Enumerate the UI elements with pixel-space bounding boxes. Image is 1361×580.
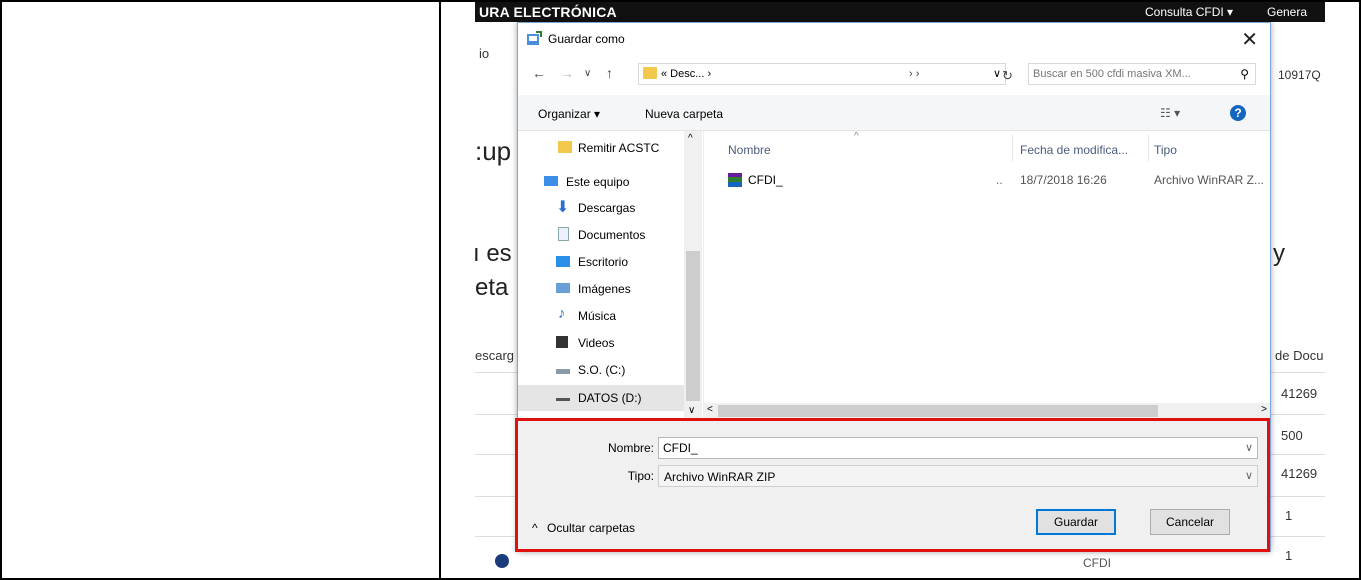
nav-item-descargas[interactable]: ⬇ Descargas — [518, 195, 684, 221]
nav-item-so-c[interactable]: S.O. (C:) — [518, 357, 684, 383]
column-header-name[interactable]: Nombre — [728, 143, 771, 157]
new-folder-button[interactable]: Nueva carpeta — [645, 107, 723, 121]
desktop-icon — [556, 256, 570, 267]
folder-icon — [558, 141, 572, 153]
address-path: « Desc... › — [661, 68, 712, 80]
file-date: 18/7/2018 16:26 — [1020, 173, 1107, 187]
drive-icon — [556, 398, 570, 401]
video-icon — [556, 336, 568, 348]
bg-heading-eta: eta — [475, 274, 509, 301]
bg-heading-es: ı es — [475, 240, 512, 267]
music-icon: ♪ — [558, 305, 566, 322]
computer-icon — [544, 176, 558, 186]
bg-cell: 41269 — [1281, 466, 1318, 481]
file-row[interactable]: CFDI_ .. 18/7/2018 16:26 Archivo WinRAR … — [704, 169, 1270, 191]
site-header: URA ELECTRÓNICA Consulta CFDI ▾ Genera — [475, 2, 1325, 22]
address-dropdown-icon[interactable]: ∨ — [993, 67, 1001, 80]
dialog-titlebar: Guardar como ✕ — [518, 23, 1270, 55]
nav-item-label: Descargas — [578, 201, 636, 215]
column-separator — [1012, 135, 1013, 161]
organize-button[interactable]: Organizar ▾ — [538, 107, 600, 121]
scroll-down-icon[interactable]: ∨ — [688, 405, 695, 416]
file-type: Archivo WinRAR Z... — [1154, 173, 1265, 187]
save-as-icon — [527, 31, 542, 45]
address-row: ← → ∨ ↑ « Desc... › › › ∨ ↻ ⚲ — [518, 59, 1270, 89]
scrollbar-thumb[interactable] — [718, 405, 1158, 417]
nav-item-documentos[interactable]: Documentos — [518, 222, 684, 248]
bg-text-io: io — [479, 46, 490, 61]
nav-item-remitir[interactable]: Remitir ACSTC — [518, 135, 684, 161]
nav-genera[interactable]: Genera — [1267, 5, 1307, 19]
dialog-toolbar: Organizar ▾ Nueva carpeta ☷ ▾ ? — [518, 95, 1270, 131]
bg-cell: CFDI — [1083, 556, 1111, 570]
nav-item-label: S.O. (C:) — [578, 363, 626, 377]
bg-cell: 1 — [1285, 548, 1293, 563]
file-name-ellipsis: .. — [996, 173, 1003, 187]
search-box[interactable]: ⚲ — [1028, 63, 1256, 85]
scrollbar-thumb[interactable] — [686, 251, 700, 401]
nav-item-label: Remitir ACSTC — [578, 141, 660, 155]
nav-item-datos-d[interactable]: DATOS (D:) — [518, 385, 684, 411]
scroll-right-icon[interactable]: > — [1261, 404, 1267, 415]
pictures-icon — [556, 283, 570, 293]
dialog-title: Guardar como — [548, 32, 625, 46]
navigation-pane: Remitir ACSTC Este equipo ⬇ Descargas Do… — [518, 131, 704, 419]
back-arrow-icon[interactable]: ← — [532, 65, 546, 81]
recent-dropdown-icon[interactable]: ∨ — [584, 68, 591, 79]
nav-item-label: Escritorio — [578, 255, 629, 269]
bg-cell: 500 — [1281, 428, 1303, 443]
search-input[interactable] — [1033, 66, 1229, 82]
bg-cell: 1 — [1285, 508, 1293, 523]
bg-heading-y: y — [1273, 240, 1285, 267]
nav-item-label: Imágenes — [578, 282, 631, 296]
scroll-left-icon[interactable]: < — [707, 404, 713, 415]
column-separator — [1148, 135, 1149, 161]
drive-icon — [556, 369, 570, 374]
site-title: URA ELECTRÓNICA — [479, 4, 617, 20]
nav-item-label: DATOS (D:) — [578, 391, 642, 405]
nav-item-escritorio[interactable]: Escritorio — [518, 249, 684, 275]
bg-row-icon — [495, 554, 509, 568]
bg-heading-cup: :up — [475, 136, 512, 166]
address-bar[interactable]: « Desc... › › › ∨ — [638, 63, 1006, 85]
winrar-archive-icon — [728, 173, 742, 187]
file-list-h-scrollbar[interactable]: < > — [704, 403, 1270, 419]
column-header-date[interactable]: Fecha de modifica... — [1020, 143, 1128, 157]
forward-arrow-icon[interactable]: → — [560, 65, 574, 81]
nav-item-este-equipo[interactable]: Este equipo — [518, 169, 684, 195]
document-icon — [558, 227, 569, 241]
nav-item-label: Música — [578, 309, 617, 323]
nav-item-musica[interactable]: ♪ Música — [518, 303, 684, 329]
close-icon[interactable]: ✕ — [1241, 27, 1258, 52]
sort-indicator-icon: ^ — [854, 131, 859, 142]
scroll-up-icon[interactable]: ^ — [688, 133, 693, 144]
search-icon[interactable]: ⚲ — [1240, 67, 1249, 81]
nav-consulta-cfdi[interactable]: Consulta CFDI ▾ — [1145, 5, 1233, 19]
help-icon[interactable]: ? — [1230, 105, 1246, 121]
nav-item-videos[interactable]: Videos — [518, 330, 684, 356]
table-divider — [439, 0, 441, 580]
file-name: CFDI_ — [748, 173, 783, 187]
folder-icon — [643, 67, 657, 79]
nav-item-label: Videos — [578, 336, 615, 350]
bg-col-docu: de Docu — [1275, 348, 1324, 363]
nav-item-label: Documentos — [578, 228, 646, 242]
file-list: ^ Nombre Fecha de modifica... Tipo CFDI_… — [704, 131, 1270, 403]
nav-item-imagenes[interactable]: Imágenes — [518, 276, 684, 302]
download-icon: ⬇ — [556, 199, 570, 216]
bg-text-rfc: 10917Q — [1278, 68, 1321, 82]
column-header-type[interactable]: Tipo — [1154, 143, 1177, 157]
address-segment-arrow: › › — [909, 68, 920, 80]
highlight-annotation-box — [515, 418, 1270, 552]
bg-col-descarga: escarg — [475, 348, 515, 363]
nav-scrollbar[interactable]: ^ ∨ — [684, 131, 702, 419]
nav-item-label: Este equipo — [566, 175, 630, 189]
bg-cell: 41269 — [1281, 386, 1318, 401]
up-arrow-icon[interactable]: ↑ — [606, 65, 613, 81]
refresh-icon[interactable]: ↻ — [1002, 68, 1013, 84]
view-options-icon[interactable]: ☷ ▾ — [1160, 106, 1180, 120]
